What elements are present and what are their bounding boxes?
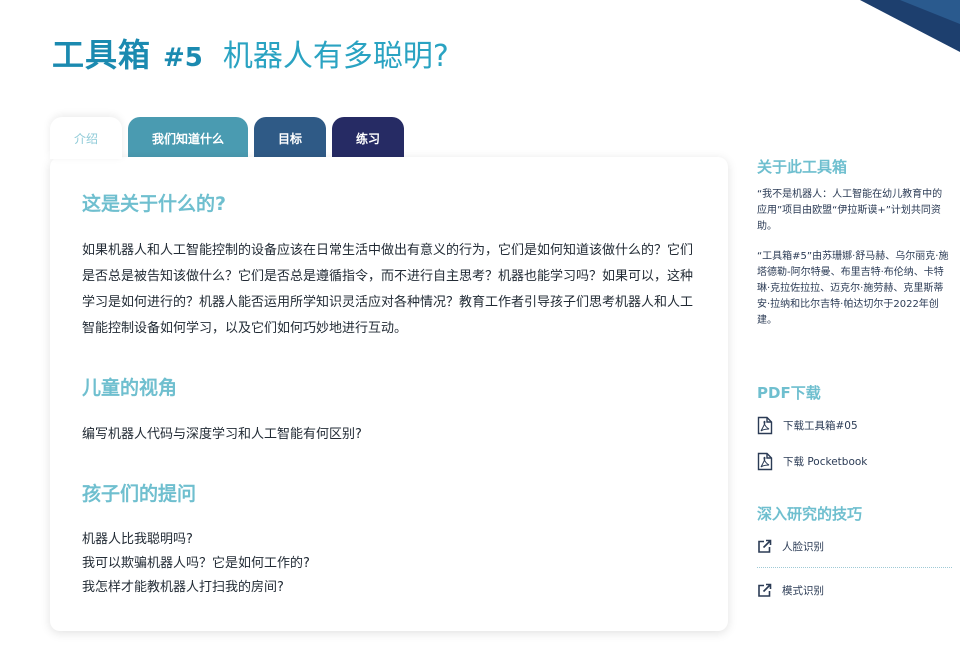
corner-decoration bbox=[860, 0, 960, 52]
download-toolbox-link[interactable]: 下载工具箱#05 bbox=[757, 413, 952, 437]
sidebar-pdf: PDF下载 下载工具箱#05 下载 Pocketbook bbox=[757, 382, 952, 485]
pdf-file-icon bbox=[757, 452, 773, 471]
external-link-icon bbox=[757, 539, 772, 554]
section-heading: 这是关于什么的? bbox=[82, 193, 227, 215]
about-paragraph: “我不是机器人：人工智能在幼儿教育中的应用”项目由欧盟“伊拉斯谟+”计划共同资助… bbox=[757, 189, 943, 232]
external-link-icon bbox=[757, 583, 772, 598]
download-pocketbook-label: 下载 Pocketbook bbox=[783, 455, 868, 468]
face-recognition-label: 人脸识别 bbox=[782, 540, 824, 553]
section-body: 如果机器人和人工智能控制的设备应该在日常生活中做出有意义的行为，它们是如何知道该… bbox=[82, 243, 694, 336]
page-subtitle: 机器人有多聪明? bbox=[222, 39, 449, 74]
list-item: 我怎样才能教机器人打扫我的房间? bbox=[82, 580, 284, 595]
section-about-what: 这是关于什么的? 如果机器人和人工智能控制的设备应该在日常生活中做出有意义的行为… bbox=[82, 189, 698, 342]
tab-goals[interactable]: 目标 bbox=[254, 117, 326, 159]
sidebar-heading: 深入研究的技巧 bbox=[757, 505, 863, 523]
section-child-view: 儿童的视角 编写机器人代码与深度学习和人工智能有何区别? bbox=[82, 373, 698, 448]
tab-intro[interactable]: 介绍 bbox=[50, 117, 122, 159]
list-item: 我可以欺骗机器人吗？它是如何工作的? bbox=[82, 556, 310, 571]
list-item: 机器人比我聪明吗? bbox=[82, 532, 193, 547]
pattern-recognition-link[interactable]: 模式识别 bbox=[757, 578, 952, 602]
download-toolbox-label: 下载工具箱#05 bbox=[783, 419, 858, 432]
section-body: 编写机器人代码与深度学习和人工智能有何区别? bbox=[82, 427, 362, 442]
page-title-main: 工具箱 bbox=[52, 36, 152, 74]
pdf-file-icon bbox=[757, 416, 773, 435]
sidebar-about: 关于此工具箱 “我不是机器人：人工智能在幼儿教育中的应用”项目由欧盟“伊拉斯谟+… bbox=[757, 156, 952, 343]
section-heading: 孩子们的提问 bbox=[82, 483, 197, 505]
content-card: 这是关于什么的? 如果机器人和人工智能控制的设备应该在日常生活中做出有意义的行为… bbox=[50, 157, 728, 631]
download-pocketbook-link[interactable]: 下载 Pocketbook bbox=[757, 449, 952, 473]
tab-what-we-know[interactable]: 我们知道什么 bbox=[128, 117, 248, 159]
sidebar-deep-dive: 深入研究的技巧 人脸识别 模式识别 bbox=[757, 503, 952, 602]
question-list: 机器人比我聪明吗? 我可以欺骗机器人吗？它是如何工作的? 我怎样才能教机器人打扫… bbox=[82, 528, 698, 600]
section-heading: 儿童的视角 bbox=[82, 377, 178, 399]
page-title-number: #5 bbox=[163, 43, 203, 73]
divider bbox=[757, 567, 952, 568]
tab-bar: 介绍 我们知道什么 目标 练习 bbox=[50, 117, 404, 159]
section-kids-questions: 孩子们的提问 机器人比我聪明吗? 我可以欺骗机器人吗？它是如何工作的? 我怎样才… bbox=[82, 479, 698, 600]
page-title: 工具箱 #5 机器人有多聪明? bbox=[52, 30, 449, 76]
face-recognition-link[interactable]: 人脸识别 bbox=[757, 534, 952, 558]
pattern-recognition-label: 模式识别 bbox=[782, 584, 824, 597]
sidebar-heading: 关于此工具箱 bbox=[757, 158, 848, 176]
tab-practice[interactable]: 练习 bbox=[332, 117, 404, 159]
about-paragraph: “工具箱#5”由苏珊娜·舒马赫、乌尔丽克·施塔德勒-阿尔特曼、布里吉特·布伦纳、… bbox=[757, 251, 949, 326]
sidebar-heading: PDF下载 bbox=[757, 384, 821, 402]
